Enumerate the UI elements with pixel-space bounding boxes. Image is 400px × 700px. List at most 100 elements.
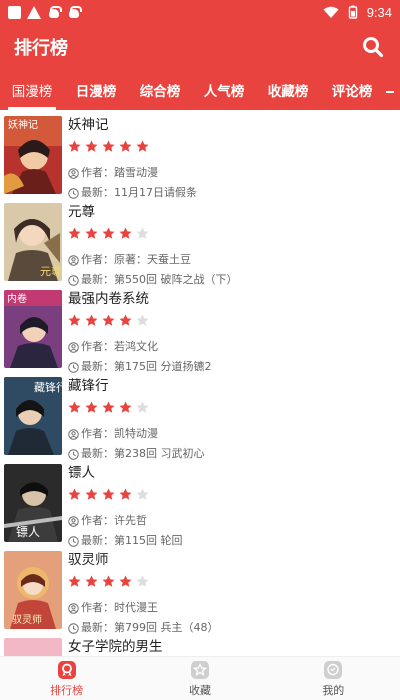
comic-title: 驭灵师: [68, 552, 109, 568]
author-icon: [68, 167, 79, 179]
author-text: 作者：凯特动漫: [81, 427, 158, 440]
list-item[interactable]: 镖人 镖人 作者：许先哲 最新：第115回 轮回: [0, 458, 400, 547]
status-bar: 9:34: [0, 0, 400, 24]
square-notification-icon: [8, 5, 21, 19]
rating-stars: [68, 312, 392, 328]
tab-label: 人气榜: [203, 84, 245, 100]
comic-cover: 藏锋行: [4, 377, 62, 455]
tab-riman[interactable]: 日漫榜: [64, 70, 128, 110]
list-item[interactable]: 妖神记 妖神记 作者：踏雪动漫 最新：11月17日请假条: [0, 110, 400, 199]
star-filled-icon: [102, 488, 115, 500]
star-filled-icon: [68, 575, 81, 587]
star-filled-icon: [85, 401, 98, 413]
star-filled-icon: [119, 140, 132, 152]
star-filled-icon: [119, 401, 132, 413]
rating-stars: [68, 573, 392, 589]
star-empty-icon: [136, 227, 149, 239]
star-filled-icon: [85, 227, 98, 239]
nav-profile[interactable]: 我的: [267, 657, 400, 700]
tab-renqi[interactable]: 人气榜: [192, 70, 256, 110]
cover-image: 藏锋行: [4, 377, 62, 455]
cover-text: 藏锋行: [34, 381, 62, 394]
rating-stars: [68, 138, 392, 154]
rank-icon: [57, 660, 76, 679]
comic-title: 最强内卷系统: [68, 291, 149, 307]
star-empty-icon: [136, 488, 149, 500]
star-filled-icon: [85, 314, 98, 326]
author-icon: [68, 428, 79, 440]
nav-ranking[interactable]: 排行榜: [0, 657, 133, 700]
favorite-icon: [190, 660, 209, 679]
author-row: 作者：凯特动漫: [68, 426, 392, 442]
star-empty-icon: [136, 314, 149, 326]
comic-cover: 镖人: [4, 464, 62, 542]
author-text: 作者：踏雪动漫: [81, 166, 158, 179]
star-filled-icon: [68, 140, 81, 152]
star-filled-icon: [85, 488, 98, 500]
comic-info: 镖人 作者：许先哲 最新：第115回 轮回: [68, 464, 392, 549]
star-empty-icon: [136, 401, 149, 413]
cover-image: [4, 638, 62, 656]
comic-cover: 驭灵师: [4, 551, 62, 629]
search-icon: [363, 37, 384, 58]
cover-text: 镖人: [16, 524, 40, 539]
author-text: 作者：原著：天蚕土豆: [81, 253, 191, 266]
comic-info: 女子学院的男生: [68, 638, 392, 656]
list-item[interactable]: 元尊 元尊 作者：原著：天蚕土豆 最新：第550回 破阵之战（下）: [0, 197, 400, 286]
star-filled-icon: [119, 488, 132, 500]
status-right-icons: 9:34: [323, 5, 392, 20]
author-row: 作者：踏雪动漫: [68, 165, 392, 181]
cover-image: 元尊: [4, 203, 62, 281]
list-item[interactable]: 女子学院的男生: [0, 632, 400, 656]
nav-favorites[interactable]: 收藏: [133, 657, 266, 700]
comic-cover: 内卷: [4, 290, 62, 368]
tab-label: 综合榜: [139, 84, 181, 100]
tab-label: 国漫榜: [11, 84, 53, 100]
cover-text: 妖神记: [8, 118, 38, 131]
tab-label: 收藏榜: [267, 84, 309, 100]
rating-stars: [68, 486, 392, 502]
tab-label: 日漫榜: [75, 84, 117, 100]
profile-icon: [324, 660, 343, 679]
rating-stars: [68, 399, 392, 415]
comic-title: 藏锋行: [68, 378, 109, 394]
author-icon: [68, 341, 79, 353]
star-filled-icon: [102, 401, 115, 413]
comic-title: 元尊: [68, 204, 95, 220]
tab-shoucang[interactable]: 收藏榜: [256, 70, 320, 110]
star-filled-icon: [85, 575, 98, 587]
list-item[interactable]: 藏锋行 藏锋行 作者：凯特动漫 最新：第238回 习武初心: [0, 371, 400, 460]
comic-cover: [4, 638, 62, 656]
list-item[interactable]: 内卷 最强内卷系统 作者：若鸿文化 最新：第175回 分道扬镳2: [0, 284, 400, 373]
comic-info: 元尊 作者：原著：天蚕土豆 最新：第550回 破阵之战（下）: [68, 203, 392, 288]
star-filled-icon: [68, 227, 81, 239]
comic-cover: 元尊: [4, 203, 62, 281]
star-empty-icon: [136, 575, 149, 587]
star-filled-icon: [136, 140, 149, 152]
tab-label: 评论榜: [331, 84, 373, 100]
star-filled-icon: [102, 314, 115, 326]
author-row: 作者：许先哲: [68, 513, 392, 529]
cover-image: 镖人: [4, 464, 62, 542]
tab-zonghe[interactable]: 综合榜: [128, 70, 192, 110]
cover-text: 内卷: [7, 292, 27, 305]
author-icon: [68, 515, 79, 527]
comic-title: 女子学院的男生: [68, 639, 163, 655]
comic-info: 藏锋行 作者：凯特动漫 最新：第238回 习武初心: [68, 377, 392, 462]
author-row: 作者：时代漫王: [68, 600, 392, 616]
comic-ranking-list: 妖神记 妖神记 作者：踏雪动漫 最新：11月17日请假条 元尊 元尊 作者：原著…: [0, 110, 400, 656]
cover-image: 驭灵师: [4, 551, 62, 629]
list-item[interactable]: 驭灵师 驭灵师 作者：时代漫王 最新：第799回 兵主（48）: [0, 545, 400, 634]
search-button[interactable]: [360, 34, 386, 60]
status-time: 9:34: [366, 4, 392, 20]
nav-label: 排行榜: [50, 683, 84, 697]
tab-guoman[interactable]: 国漫榜: [0, 70, 64, 110]
author-text: 作者：时代漫王: [81, 601, 158, 614]
comic-cover: 妖神记: [4, 116, 62, 194]
star-filled-icon: [102, 575, 115, 587]
star-filled-icon: [119, 575, 132, 587]
author-icon: [68, 254, 79, 266]
comic-title: 镖人: [68, 465, 95, 481]
tab-pinglun[interactable]: 评论榜: [320, 70, 384, 110]
nav-label: 我的: [322, 683, 345, 697]
